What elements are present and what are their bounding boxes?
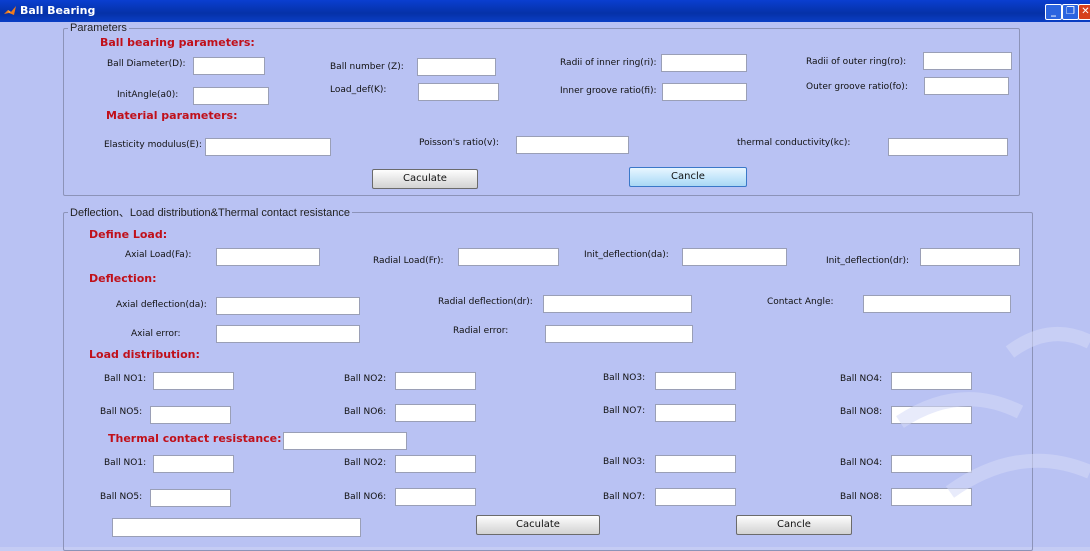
axial-error-label: Axial error:: [131, 329, 181, 339]
load-ball-no4-label: Ball NO4:: [840, 374, 883, 384]
elasticity-field[interactable]: [205, 138, 331, 156]
parameters-legend: Parameters: [70, 22, 127, 34]
deflection-section-label: Deflection:: [89, 272, 157, 285]
inner-groove-label: Inner groove ratio(fi):: [560, 86, 657, 96]
outer-groove-label: Outer groove ratio(fo):: [806, 82, 908, 92]
title-bar: Ball Bearing _ ❐ ✕: [0, 0, 1090, 22]
thermal-ball-no1-label: Ball NO1:: [104, 458, 147, 468]
contact-angle-field[interactable]: [863, 295, 1011, 313]
thermal-conductivity-label: thermal conductivity(kc):: [737, 138, 851, 148]
ball-number-label: Ball number (Z):: [330, 62, 404, 72]
ball-diameter-label: Ball Diameter(D):: [107, 59, 186, 69]
load-ball-no3-label: Ball NO3:: [603, 373, 646, 383]
init-angle-field[interactable]: [193, 87, 269, 105]
axial-load-field[interactable]: [216, 248, 320, 266]
thermal-ball-no4-field[interactable]: [891, 455, 972, 473]
thermal-ball-no4-label: Ball NO4:: [840, 458, 883, 468]
deflection-cancel-button[interactable]: Cancle: [736, 515, 852, 535]
thermal-ball-no7-field[interactable]: [655, 488, 736, 506]
load-ball-no2-label: Ball NO2:: [344, 374, 387, 384]
radii-inner-field[interactable]: [661, 54, 747, 72]
matlab-icon: [4, 6, 16, 15]
material-section-label: Material parameters:: [106, 109, 238, 122]
axial-deflection-field[interactable]: [216, 297, 360, 315]
thermal-contact-resistance-field[interactable]: [283, 432, 407, 450]
thermal-ball-no6-field[interactable]: [395, 488, 476, 506]
init-deflection-dr-label: Init_deflection(dr):: [826, 256, 909, 266]
deflection-legend: Deflection、Load distribution&Thermal con…: [70, 207, 351, 219]
thermal-ball-no6-label: Ball NO6:: [344, 492, 387, 502]
thermal-ball-no5-label: Ball NO5:: [100, 492, 143, 502]
thermal-ball-no3-label: Ball NO3:: [603, 457, 646, 467]
parameters-cancel-button[interactable]: Cancle: [629, 167, 747, 187]
result-output-field[interactable]: [112, 518, 361, 537]
inner-groove-field[interactable]: [662, 83, 747, 101]
load-ball-no7-label: Ball NO7:: [603, 406, 646, 416]
init-deflection-da-field[interactable]: [682, 248, 787, 266]
load-ball-no3-field[interactable]: [655, 372, 736, 390]
thermal-ball-no7-label: Ball NO7:: [603, 492, 646, 502]
load-def-label: Load_def(K):: [330, 85, 387, 95]
poisson-field[interactable]: [516, 136, 629, 154]
load-ball-no7-field[interactable]: [655, 404, 736, 422]
radii-inner-label: Radii of inner ring(ri):: [560, 58, 657, 68]
load-ball-no1-field[interactable]: [153, 372, 234, 390]
radial-deflection-label: Radial deflection(dr):: [438, 297, 533, 307]
deflection-calculate-button[interactable]: Caculate: [476, 515, 600, 535]
ball-bearing-section-label: Ball bearing parameters:: [100, 36, 255, 49]
load-ball-no2-field[interactable]: [395, 372, 476, 390]
load-def-field[interactable]: [418, 83, 499, 101]
radial-error-label: Radial error:: [453, 326, 509, 336]
thermal-ball-no8-label: Ball NO8:: [840, 492, 883, 502]
load-ball-no8-field[interactable]: [891, 406, 972, 424]
load-ball-no5-field[interactable]: [150, 406, 231, 424]
thermal-ball-no1-field[interactable]: [153, 455, 234, 473]
init-angle-label: InitAngle(a0):: [117, 90, 179, 100]
load-ball-no5-label: Ball NO5:: [100, 407, 143, 417]
minimize-icon[interactable]: _: [1045, 4, 1062, 20]
radial-load-label: Radial Load(Fr):: [373, 256, 444, 266]
outer-groove-field[interactable]: [924, 77, 1009, 95]
radii-outer-label: Radii of outer ring(ro):: [806, 57, 907, 67]
thermal-conductivity-field[interactable]: [888, 138, 1008, 156]
window-client: Parameters Ball bearing parameters: Ball…: [0, 22, 1090, 551]
contact-angle-label: Contact Angle:: [767, 297, 834, 307]
thermal-ball-no2-label: Ball NO2:: [344, 458, 387, 468]
init-deflection-dr-field[interactable]: [920, 248, 1020, 266]
radii-outer-field[interactable]: [923, 52, 1012, 70]
window-title: Ball Bearing: [20, 4, 96, 17]
poisson-label: Poisson's ratio(v):: [419, 138, 499, 148]
radial-load-field[interactable]: [458, 248, 559, 266]
thermal-section-label: Thermal contact resistance:: [108, 432, 282, 445]
maximize-icon[interactable]: ❐: [1062, 4, 1079, 20]
init-deflection-da-label: Init_deflection(da):: [584, 250, 669, 260]
load-ball-no4-field[interactable]: [891, 372, 972, 390]
radial-deflection-field[interactable]: [543, 295, 692, 313]
load-ball-no6-field[interactable]: [395, 404, 476, 422]
load-ball-no6-label: Ball NO6:: [344, 407, 387, 417]
ball-diameter-field[interactable]: [193, 57, 265, 75]
axial-load-label: Axial Load(Fa):: [125, 250, 192, 260]
thermal-ball-no2-field[interactable]: [395, 455, 476, 473]
parameters-calculate-button[interactable]: Caculate: [372, 169, 478, 189]
ball-number-field[interactable]: [417, 58, 496, 76]
load-ball-no8-label: Ball NO8:: [840, 407, 883, 417]
close-icon[interactable]: ✕: [1078, 4, 1090, 20]
axial-deflection-label: Axial deflection(da):: [116, 300, 207, 310]
load-ball-no1-label: Ball NO1:: [104, 374, 147, 384]
load-distribution-section-label: Load distribution:: [89, 348, 200, 361]
define-load-section-label: Define Load:: [89, 228, 168, 241]
axial-error-field[interactable]: [216, 325, 360, 343]
thermal-ball-no3-field[interactable]: [655, 455, 736, 473]
elasticity-label: Elasticity modulus(E):: [104, 140, 202, 150]
thermal-ball-no5-field[interactable]: [150, 489, 231, 507]
radial-error-field[interactable]: [545, 325, 693, 343]
thermal-ball-no8-field[interactable]: [891, 488, 972, 506]
